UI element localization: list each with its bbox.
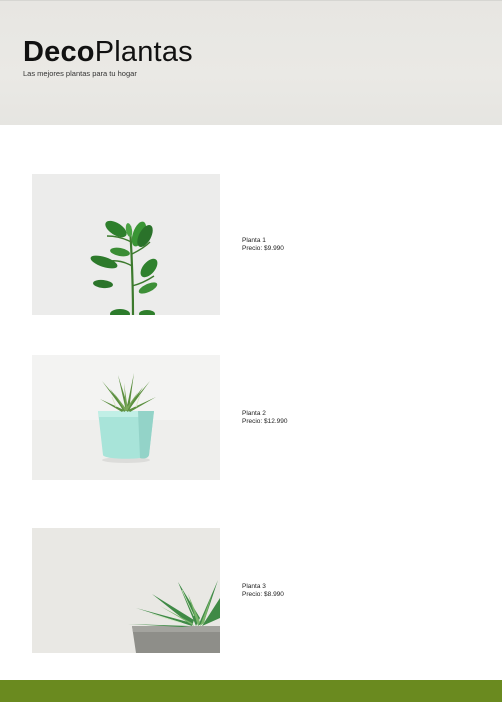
succulent-gray-pot-icon bbox=[32, 528, 220, 653]
product-name[interactable]: Planta 2 bbox=[242, 410, 288, 418]
product-price: Precio: $12.990 bbox=[242, 418, 288, 425]
product-info: Planta 3 Precio: $8.990 bbox=[242, 583, 284, 599]
product-info: Planta 1 Precio: $9.990 bbox=[242, 237, 284, 253]
site-footer bbox=[0, 680, 502, 702]
brand-name-bold: Deco bbox=[23, 36, 95, 68]
ficus-plant-icon bbox=[32, 174, 220, 315]
product-name[interactable]: Planta 3 bbox=[242, 583, 284, 591]
product-name[interactable]: Planta 1 bbox=[242, 237, 284, 245]
brand-name-light: Plantas bbox=[94, 36, 193, 68]
product-price: Precio: $8.990 bbox=[242, 591, 284, 598]
product-card: Planta 3 Precio: $8.990 bbox=[32, 528, 472, 653]
succulent-teal-pot-icon bbox=[32, 355, 220, 480]
product-card: Planta 2 Precio: $12.990 bbox=[32, 355, 472, 480]
succulent-gray-pot-image[interactable] bbox=[32, 528, 220, 653]
site-header: DecoPlantas Las mejores plantas para tu … bbox=[0, 0, 502, 125]
product-price: Precio: $9.990 bbox=[242, 245, 284, 252]
brand-logo[interactable]: DecoPlantas bbox=[23, 35, 193, 69]
tagline: Las mejores plantas para tu hogar bbox=[23, 69, 137, 78]
succulent-teal-pot-image[interactable] bbox=[32, 355, 220, 480]
product-info: Planta 2 Precio: $12.990 bbox=[242, 410, 288, 426]
ficus-plant-image[interactable] bbox=[32, 174, 220, 315]
product-card: Planta 1 Precio: $9.990 bbox=[32, 174, 472, 315]
